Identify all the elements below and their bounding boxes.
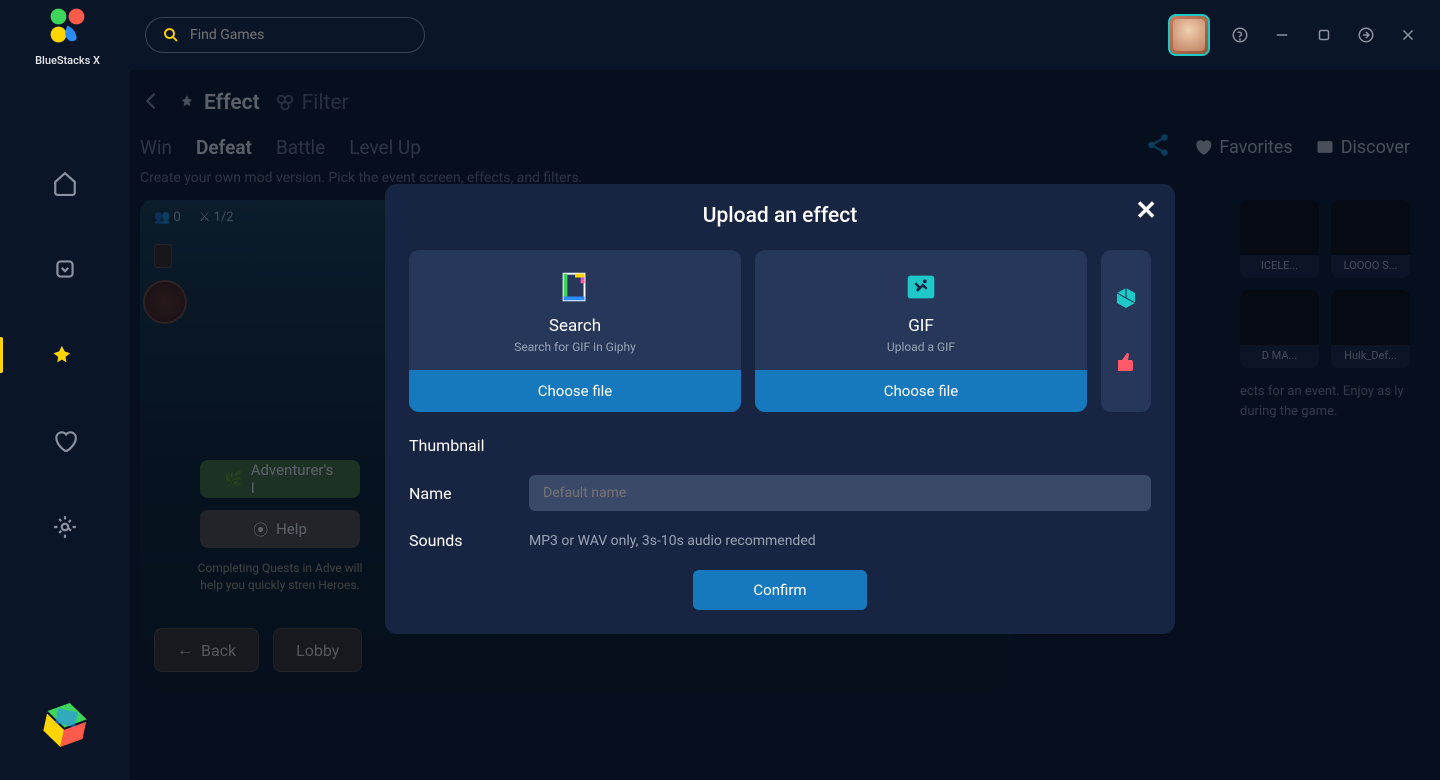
avatar[interactable] bbox=[1168, 14, 1210, 56]
search-giphy-card: Search Search for GIF in Giphy Choose fi… bbox=[409, 250, 741, 412]
logo-icon bbox=[45, 3, 90, 48]
app-logo[interactable]: BlueStacks X bbox=[20, 3, 115, 67]
name-input[interactable] bbox=[529, 475, 1151, 511]
search-icon bbox=[162, 26, 180, 44]
help-button[interactable] bbox=[1228, 23, 1252, 47]
maximize-button[interactable] bbox=[1312, 23, 1336, 47]
sounds-hint: MP3 or WAV only, 3s-10s audio recommende… bbox=[529, 533, 816, 549]
sidebar-home[interactable] bbox=[52, 170, 78, 196]
side-actions bbox=[1101, 250, 1151, 412]
sidebar-favorites[interactable] bbox=[52, 428, 78, 454]
gif-icon bbox=[902, 268, 940, 306]
name-label: Name bbox=[409, 484, 529, 503]
upload-effect-modal: ✕ Upload an effect Search Search for GIF… bbox=[385, 184, 1175, 634]
sounds-label: Sounds bbox=[409, 531, 529, 550]
sidebar-store[interactable] bbox=[52, 256, 78, 282]
giphy-icon bbox=[556, 268, 594, 306]
search-input-wrapper[interactable] bbox=[145, 17, 425, 53]
thumbnail-label: Thumbnail bbox=[409, 436, 529, 455]
close-button[interactable] bbox=[1396, 23, 1420, 47]
choose-file-gif-button[interactable]: Choose file bbox=[755, 370, 1087, 412]
cube-icon[interactable] bbox=[1114, 286, 1138, 314]
minimize-button[interactable] bbox=[1270, 23, 1294, 47]
search-subtitle: Search for GIF in Giphy bbox=[514, 340, 636, 354]
modal-title: Upload an effect bbox=[409, 204, 1151, 228]
search-title: Search bbox=[549, 316, 601, 336]
upload-gif-card: GIF Upload a GIF Choose file bbox=[755, 250, 1087, 412]
confirm-button[interactable]: Confirm bbox=[693, 570, 866, 610]
bluestacks-icon[interactable] bbox=[35, 695, 94, 754]
forward-button[interactable] bbox=[1354, 23, 1378, 47]
sidebar-effects[interactable] bbox=[52, 342, 78, 368]
choose-file-search-button[interactable]: Choose file bbox=[409, 370, 741, 412]
thumbs-up-icon[interactable] bbox=[1114, 349, 1138, 377]
gif-subtitle: Upload a GIF bbox=[887, 340, 955, 354]
search-input[interactable] bbox=[190, 27, 408, 43]
logo-text: BlueStacks X bbox=[35, 54, 100, 67]
modal-close-button[interactable]: ✕ bbox=[1135, 198, 1157, 224]
sidebar bbox=[0, 70, 130, 780]
gif-title: GIF bbox=[908, 316, 934, 336]
sidebar-settings[interactable] bbox=[52, 514, 78, 540]
